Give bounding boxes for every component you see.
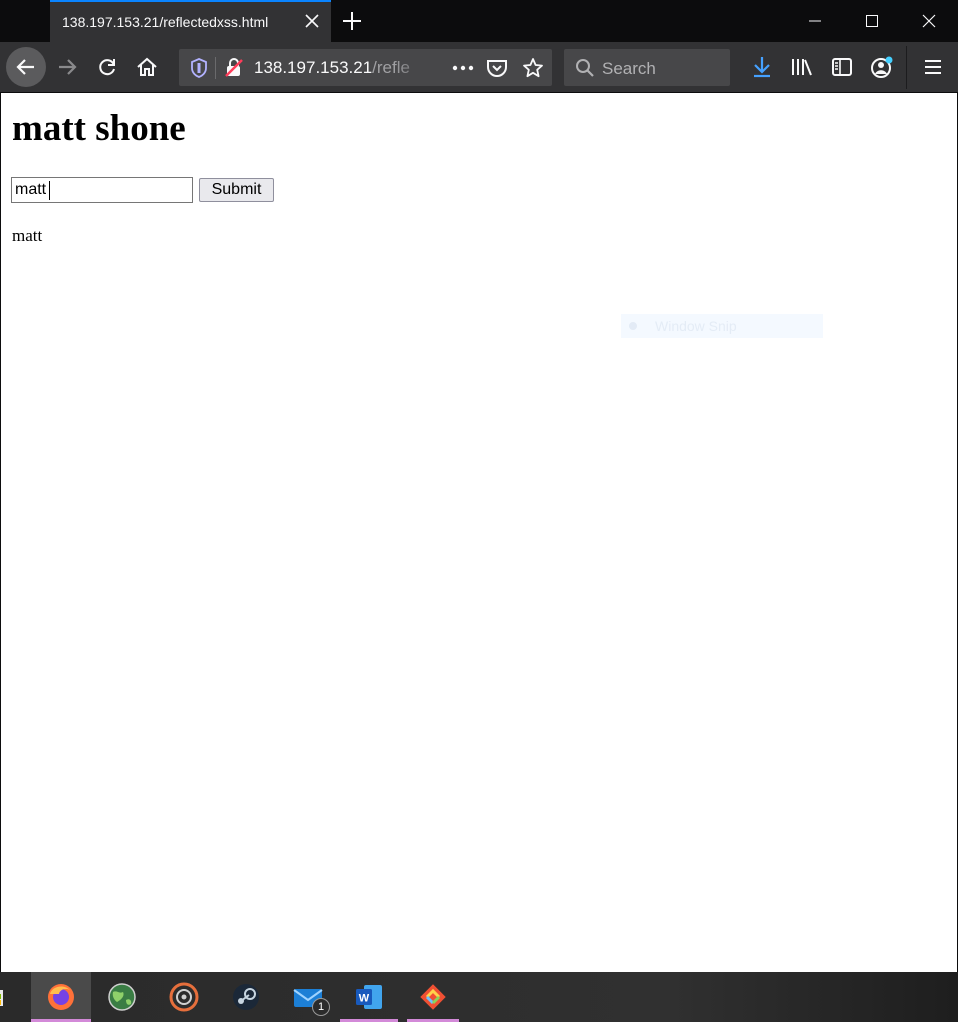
- window-snip-label: Window Snip: [655, 318, 737, 334]
- maximize-icon[interactable]: [843, 0, 900, 42]
- search-bar[interactable]: Search: [564, 49, 730, 86]
- reload-icon[interactable]: [91, 51, 123, 83]
- reflected-output: matt: [12, 226, 43, 245]
- taskbar: 1 W: [0, 972, 958, 1022]
- downloads-icon[interactable]: [746, 51, 778, 83]
- account-icon[interactable]: [866, 51, 898, 83]
- steam-icon: [233, 984, 259, 1010]
- back-button[interactable]: [6, 47, 46, 87]
- browser-tab[interactable]: 138.197.153.21/reflectedxss.html: [50, 0, 331, 42]
- tab-title: 138.197.153.21/reflectedxss.html: [62, 14, 269, 30]
- taskbar-firefox-item[interactable]: [31, 972, 91, 1022]
- title-bar: 138.197.153.21/reflectedxss.html: [0, 0, 958, 42]
- url-fade: [394, 54, 434, 81]
- page-heading: matt shone: [12, 108, 186, 149]
- taskbar-music-item[interactable]: [154, 972, 214, 1022]
- git-icon: [420, 984, 446, 1010]
- taskbar-store-item[interactable]: [0, 972, 12, 1022]
- library-icon[interactable]: [786, 51, 818, 83]
- insecure-lock-icon[interactable]: [218, 52, 250, 84]
- page-actions-icon[interactable]: [447, 52, 479, 84]
- hamburger-menu-icon[interactable]: [917, 51, 949, 83]
- back-arrow-icon: [16, 59, 34, 75]
- mail-badge: 1: [312, 998, 330, 1016]
- pocket-icon[interactable]: [481, 52, 513, 84]
- home-icon[interactable]: [131, 51, 163, 83]
- music-player-icon: [169, 982, 199, 1012]
- page-viewport: matt shone Submit matt Window Snip: [0, 93, 958, 972]
- search-placeholder: Search: [602, 59, 656, 78]
- tab-close-icon[interactable]: [303, 12, 321, 30]
- url-bar[interactable]: 138.197.153.21/refle: [179, 49, 552, 86]
- url-host: 138.197.153.21: [254, 58, 373, 77]
- taskbar-steam-item[interactable]: [216, 972, 276, 1022]
- globe-icon: [108, 983, 136, 1011]
- submit-button[interactable]: Submit: [199, 178, 274, 202]
- svg-text:W: W: [359, 993, 370, 1005]
- forward-arrow-icon[interactable]: [51, 51, 83, 83]
- bookmark-star-icon[interactable]: [517, 52, 549, 84]
- firefox-icon: [48, 984, 74, 1010]
- sidebar-icon[interactable]: [826, 51, 858, 83]
- toolbar-separator: [906, 46, 907, 89]
- search-icon: [569, 52, 601, 84]
- window-close-icon[interactable]: [900, 0, 957, 42]
- navigation-toolbar: 138.197.153.21/refle Search: [0, 42, 958, 93]
- name-input[interactable]: [11, 177, 193, 203]
- taskbar-mail-item[interactable]: 1: [278, 972, 338, 1022]
- tracking-protection-shield-icon[interactable]: [183, 52, 215, 84]
- store-icon: [0, 990, 3, 1006]
- url-separator: [215, 57, 216, 79]
- text-caret: [49, 181, 50, 200]
- new-tab-icon[interactable]: [340, 9, 364, 33]
- window-snip-overlay: Window Snip: [621, 314, 823, 338]
- taskbar-globe-item[interactable]: [92, 972, 152, 1022]
- taskbar-word-item[interactable]: W: [340, 972, 398, 1022]
- snip-dot-icon: [629, 322, 637, 330]
- taskbar-git-item[interactable]: [407, 972, 459, 1022]
- minimize-icon[interactable]: [786, 0, 843, 42]
- word-icon: W: [356, 985, 382, 1009]
